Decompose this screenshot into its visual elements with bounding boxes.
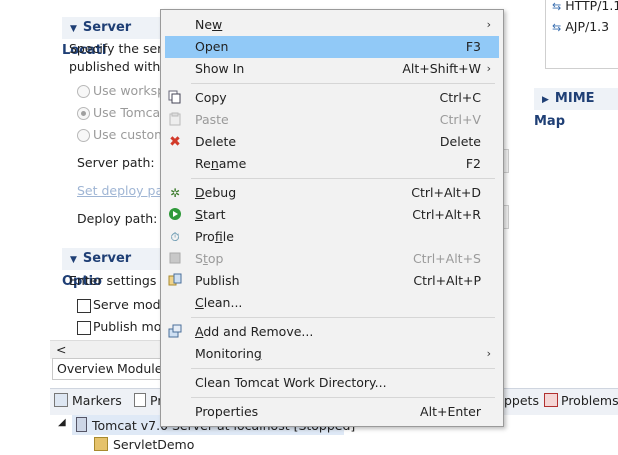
add-remove-icon [167, 324, 183, 340]
list-item[interactable]: ⇆ AJP/1.3 [552, 19, 609, 34]
connector-icon: ⇆ [552, 0, 562, 13]
menu-item-add-remove[interactable]: Add and Remove... [165, 321, 499, 343]
menu-item-stop[interactable]: Stop Ctrl+Alt+S [165, 248, 499, 270]
use-custom-label: Use custom [93, 127, 167, 142]
publish-modules-checkbox[interactable] [77, 321, 91, 335]
menu-item-open[interactable]: Open F3 [165, 36, 499, 58]
tab-snippets[interactable]: ppets [504, 393, 539, 408]
menu-item-rename[interactable]: Rename F2 [165, 153, 499, 175]
collapse-triangle-icon: ▼ [70, 255, 77, 265]
publish-modules-label: Publish mod [93, 319, 170, 334]
properties-icon [134, 393, 146, 407]
use-tomcat-radio[interactable] [77, 107, 90, 120]
web-module-icon [94, 437, 108, 451]
menu-item-show-in[interactable]: Show In Alt+Shift+W › [165, 58, 499, 80]
deploy-path-label: Deploy path: [77, 211, 158, 226]
serve-modules-checkbox[interactable] [77, 299, 91, 313]
protocol-list: ⇆ HTTP/1.1 ⇆ AJP/1.3 [545, 0, 618, 69]
tree-row-module[interactable]: ServletDemo [94, 437, 194, 452]
submenu-arrow-icon: › [486, 18, 491, 31]
menu-item-start[interactable]: Start Ctrl+Alt+R [165, 204, 499, 226]
delete-icon: ✖ [169, 134, 181, 150]
start-icon [167, 207, 183, 223]
menu-item-clean-work-directory[interactable]: Clean Tomcat Work Directory... [165, 372, 499, 394]
serve-modules-label: Serve modu [93, 297, 169, 312]
tab-overview[interactable]: Overview [52, 358, 121, 380]
mime-mapping-section-header[interactable]: ▶ MIME Map [534, 88, 618, 129]
expand-triangle-icon: ▶ [542, 95, 549, 105]
menu-item-copy[interactable]: Copy Ctrl+C [165, 87, 499, 109]
server-locations-desc-2: published with r [69, 59, 170, 74]
menu-item-properties[interactable]: Properties Alt+Enter [165, 401, 499, 423]
publish-icon [167, 273, 183, 289]
use-workspace-radio[interactable] [77, 85, 90, 98]
menu-item-clean[interactable]: Clean... [165, 292, 499, 314]
connector-icon: ⇆ [552, 21, 562, 34]
tab-problems[interactable]: Problems [544, 393, 618, 408]
menu-item-profile[interactable]: ⏱ Profile [165, 226, 499, 248]
copy-icon [167, 90, 183, 106]
menu-item-publish[interactable]: Publish Ctrl+Alt+P [165, 270, 499, 292]
markers-icon [54, 393, 68, 407]
use-workspace-label: Use worksp [93, 83, 166, 98]
tab-properties[interactable]: Pr [134, 393, 162, 408]
problems-icon [544, 393, 558, 407]
menu-item-delete[interactable]: ✖ Delete Delete [165, 131, 499, 153]
tree-collapse-icon[interactable]: ◢ [58, 417, 66, 428]
server-path-label: Server path: [77, 155, 155, 170]
menu-item-paste[interactable]: Paste Ctrl+V [165, 109, 499, 131]
menu-item-new[interactable]: New › [165, 14, 499, 36]
use-custom-radio[interactable] [77, 129, 90, 142]
list-item[interactable]: ⇆ HTTP/1.1 [552, 0, 618, 13]
submenu-arrow-icon: › [486, 347, 491, 360]
debug-icon: ✲ [169, 186, 181, 200]
tab-markers[interactable]: Markers [54, 393, 122, 408]
menu-item-debug[interactable]: ✲ Debug Ctrl+Alt+D [165, 182, 499, 204]
use-tomcat-label: Use Tomcat [93, 105, 166, 120]
server-icon [76, 417, 87, 432]
set-deploy-path-link[interactable]: Set deploy pa [77, 183, 163, 198]
stop-icon [167, 251, 183, 267]
server-locations-section-header[interactable]: ▼ Server Locati [62, 17, 162, 58]
collapse-triangle-icon: ▼ [70, 24, 77, 34]
server-options-desc: Enter settings fo [69, 273, 173, 288]
server-locations-desc-1: Specify the serv [69, 41, 170, 56]
scroll-left-arrow-icon[interactable]: < [56, 342, 66, 357]
horizontal-scrollbar[interactable]: < [50, 340, 160, 359]
menu-item-monitoring[interactable]: Monitoring › [165, 343, 499, 365]
profile-icon: ⏱ [170, 230, 180, 244]
server-options-section-header[interactable]: ▼ Server Optio [62, 248, 162, 289]
submenu-arrow-icon: › [486, 62, 491, 75]
context-menu: New › Open F3 Show In Alt+Shift+W › Copy… [160, 9, 504, 427]
paste-icon [167, 112, 183, 128]
